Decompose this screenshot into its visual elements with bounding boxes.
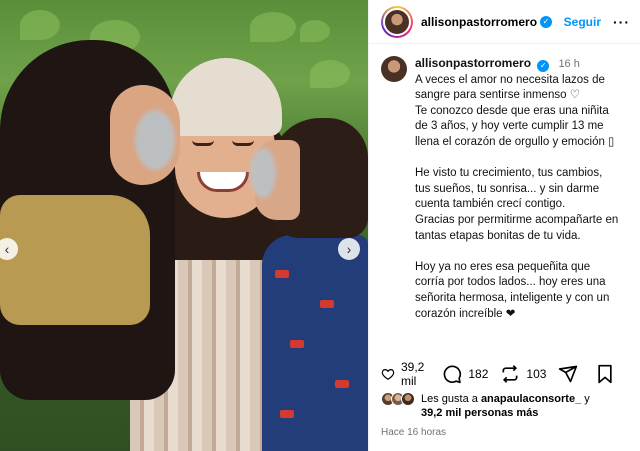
carousel-next-button[interactable]: › [338, 238, 360, 260]
post-timestamp[interactable]: Hace 16 horas [381, 427, 446, 438]
boy-shirt [262, 235, 368, 451]
caption-line: Gracias por permitirme acompañarte en [415, 213, 619, 226]
caption-username[interactable]: allisonpastorromero [415, 56, 531, 70]
like-button[interactable]: 39,2 mil [381, 360, 430, 388]
blurred-face [135, 110, 175, 170]
truck-print [335, 380, 349, 388]
foliage [250, 12, 296, 42]
like-count: 39,2 mil [400, 360, 425, 388]
post-header: allisonpastorromero ✓ Seguir ··· [369, 0, 640, 44]
caption-section: allisonpastorromero ✓ 16 h A veces el am… [369, 44, 640, 350]
blurred-face [250, 148, 276, 198]
comment-icon [443, 365, 462, 384]
repost-count: 103 [526, 367, 547, 381]
heart-icon [381, 369, 395, 380]
share-icon [559, 365, 578, 383]
profile-avatar[interactable] [381, 5, 413, 38]
foliage [310, 60, 350, 88]
liked-by-user-link[interactable]: anapaulaconsorte_ [481, 393, 581, 405]
verified-badge-icon: ✓ [537, 60, 550, 72]
eye [192, 140, 214, 146]
bookmark-icon [598, 364, 613, 384]
share-button[interactable] [558, 364, 584, 384]
caption-line: A veces el amor no necesita lazos de [415, 73, 605, 86]
post-side-panel: allisonpastorromero ✓ Seguir ··· allison… [368, 0, 640, 451]
girl-shirt [0, 195, 150, 325]
caption-avatar[interactable] [381, 56, 407, 82]
caption-line: cuenta también crecí contigo. [415, 198, 566, 211]
post-photo[interactable]: ‹ › [0, 0, 368, 451]
foliage [300, 20, 330, 42]
truck-print [320, 300, 334, 308]
username-link[interactable]: allisonpastorromero [421, 15, 537, 29]
liked-by-joiner: y [584, 393, 590, 405]
liked-by: Les gusta a anapaulaconsorte_ y 39,2 mil… [381, 392, 590, 420]
caption-text: allisonpastorromero ✓ 16 h A veces el am… [415, 56, 628, 350]
caption-line: Hoy ya no eres esa pequeñita que [415, 260, 591, 273]
save-button[interactable] [596, 364, 620, 384]
caption-line: llena el corazón de orgullo y emoción ▯ [415, 135, 615, 148]
caption-line: corazón increíble ❤ [415, 307, 516, 320]
follow-button[interactable]: Seguir [564, 15, 601, 29]
caption-line: de 3 años, y hoy verte cumplir 13 me [415, 120, 604, 133]
caption-line: Te conozco desde que eras una niñita [415, 104, 609, 117]
verified-badge-icon: ✓ [540, 15, 553, 28]
liked-by-text: Les gusta a anapaulaconsorte_ y 39,2 mil… [421, 392, 590, 420]
repost-button[interactable]: 103 [500, 364, 546, 384]
caption-line: tus sueños, tu sonrisa... y sin darme [415, 182, 600, 195]
action-bar: 39,2 mil 182 103 [381, 360, 630, 388]
repost-icon [502, 365, 518, 383]
avatar-image [381, 56, 407, 82]
caption-line: corría por todos lados... hoy eres una [415, 276, 606, 289]
caption-line: sangre para sentirse inmenso ♡ [415, 89, 581, 102]
comment-count: 182 [468, 367, 489, 381]
eye [232, 140, 254, 146]
truck-print [280, 410, 294, 418]
chevron-left-icon: ‹ [4, 241, 10, 257]
truck-print [290, 340, 304, 348]
liker-avatar[interactable] [401, 392, 415, 406]
chevron-right-icon: › [346, 241, 352, 257]
caption-line: tantas etapas bonitas de tu vida. [415, 229, 581, 242]
post-time[interactable]: 16 h [558, 58, 579, 70]
avatar-image [383, 7, 411, 36]
beanie [170, 58, 282, 136]
caption-line: He visto tu crecimiento, tus cambios, [415, 167, 603, 180]
liked-by-others-link[interactable]: 39,2 mil personas más [421, 407, 538, 419]
liked-by-prefix: Les gusta a [421, 393, 478, 405]
more-icon[interactable]: ··· [613, 14, 630, 30]
comment-button[interactable]: 182 [442, 364, 488, 384]
foliage [20, 10, 60, 40]
caption-line: señorita hermosa, inteligente y con un [415, 291, 610, 304]
truck-print [275, 270, 289, 278]
